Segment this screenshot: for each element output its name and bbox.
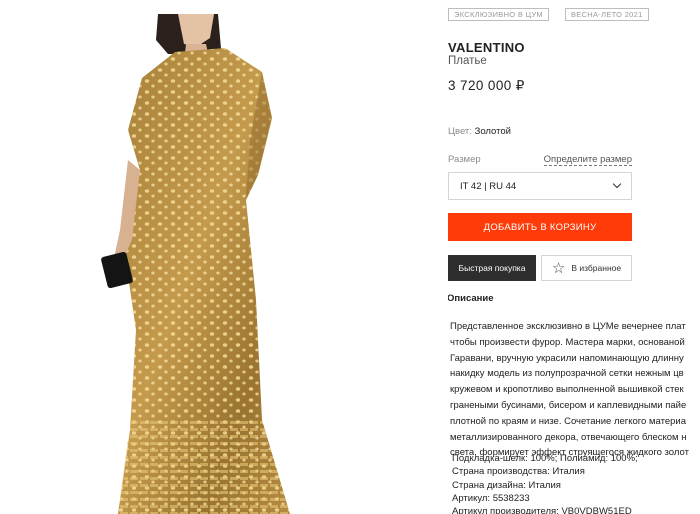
description-line: накидку модель из полупрозрачной сетки н…	[450, 368, 684, 380]
description-text: Представленное эксклюзивно в ЦУМе вечерн…	[450, 319, 689, 461]
color-value: Золотой	[474, 126, 511, 137]
exclusive-badge[interactable]: ЭКСКЛЮЗИВНО В ЦУМ	[448, 8, 549, 21]
dress-image	[101, 14, 290, 514]
size-guide-link[interactable]: Определите размер	[543, 154, 632, 166]
description-line: металлизированного декора, отвечающего б…	[450, 431, 687, 443]
spec-item: Подкладка-шелк: 100%; Полиамид: 100%;	[448, 452, 638, 465]
spec-item: Артикул: 5538233	[448, 492, 638, 505]
description-line: Гаравани, вручную украсили напоминающую …	[450, 352, 684, 364]
spec-item: Артикул производителя: VB0VDBW51ED	[448, 505, 638, 514]
description-line: гранеными бусинами, бисером и каплевидны…	[450, 399, 687, 411]
season-badge[interactable]: ВЕСНА-ЛЕТО 2021	[564, 8, 649, 21]
badge-row: ЭКСКЛЮЗИВНО В ЦУМ ВЕСНА-ЛЕТО 2021	[448, 8, 649, 21]
size-label: Размер	[448, 154, 481, 165]
add-to-cart-button[interactable]: ДОБАВИТЬ В КОРЗИНУ	[448, 213, 632, 241]
spec-item: Страна производства: Италия	[448, 465, 638, 478]
description-line: кружевом и кропотливо выполненной вышивк…	[450, 384, 684, 396]
description-toggle[interactable]: Описание	[448, 293, 494, 304]
star-outline-icon: ☆	[551, 259, 566, 277]
description-line: чтобы произвести фурор. Мастера марки, о…	[450, 336, 685, 348]
brand-name[interactable]: VALENTINO	[448, 40, 525, 55]
description-line: Представленное эксклюзивно в ЦУМе вечерн…	[450, 321, 686, 332]
product-info-panel: ЭКСКЛЮЗИВНО В ЦУМ ВЕСНА-ЛЕТО 2021 VALENT…	[448, 0, 700, 514]
size-row: Размер Определите размер	[448, 154, 632, 166]
color-row: Цвет: Золотой	[448, 126, 511, 137]
product-type: Платье	[448, 55, 487, 67]
spec-item: Страна дизайна: Италия	[448, 479, 638, 492]
quick-buy-button[interactable]: Быстрая покупка	[448, 255, 536, 281]
color-label: Цвет:	[448, 126, 472, 137]
favorites-button[interactable]: ☆ В избранное	[541, 255, 632, 281]
size-select-value: IT 42 | RU 44	[460, 180, 517, 192]
product-photo[interactable]	[0, 0, 430, 514]
description-heading: Описание	[448, 293, 494, 304]
chevron-down-icon	[612, 179, 622, 189]
favorites-label: В избранное	[571, 263, 622, 273]
size-select[interactable]: IT 42 | RU 44	[448, 172, 632, 200]
description-line: плотной по краям и низе. Сочетание легко…	[450, 415, 686, 427]
spec-list: Подкладка-шелк: 100%; Полиамид: 100%; Ст…	[448, 452, 638, 514]
product-price: 3 720 000 ₽	[448, 78, 525, 93]
